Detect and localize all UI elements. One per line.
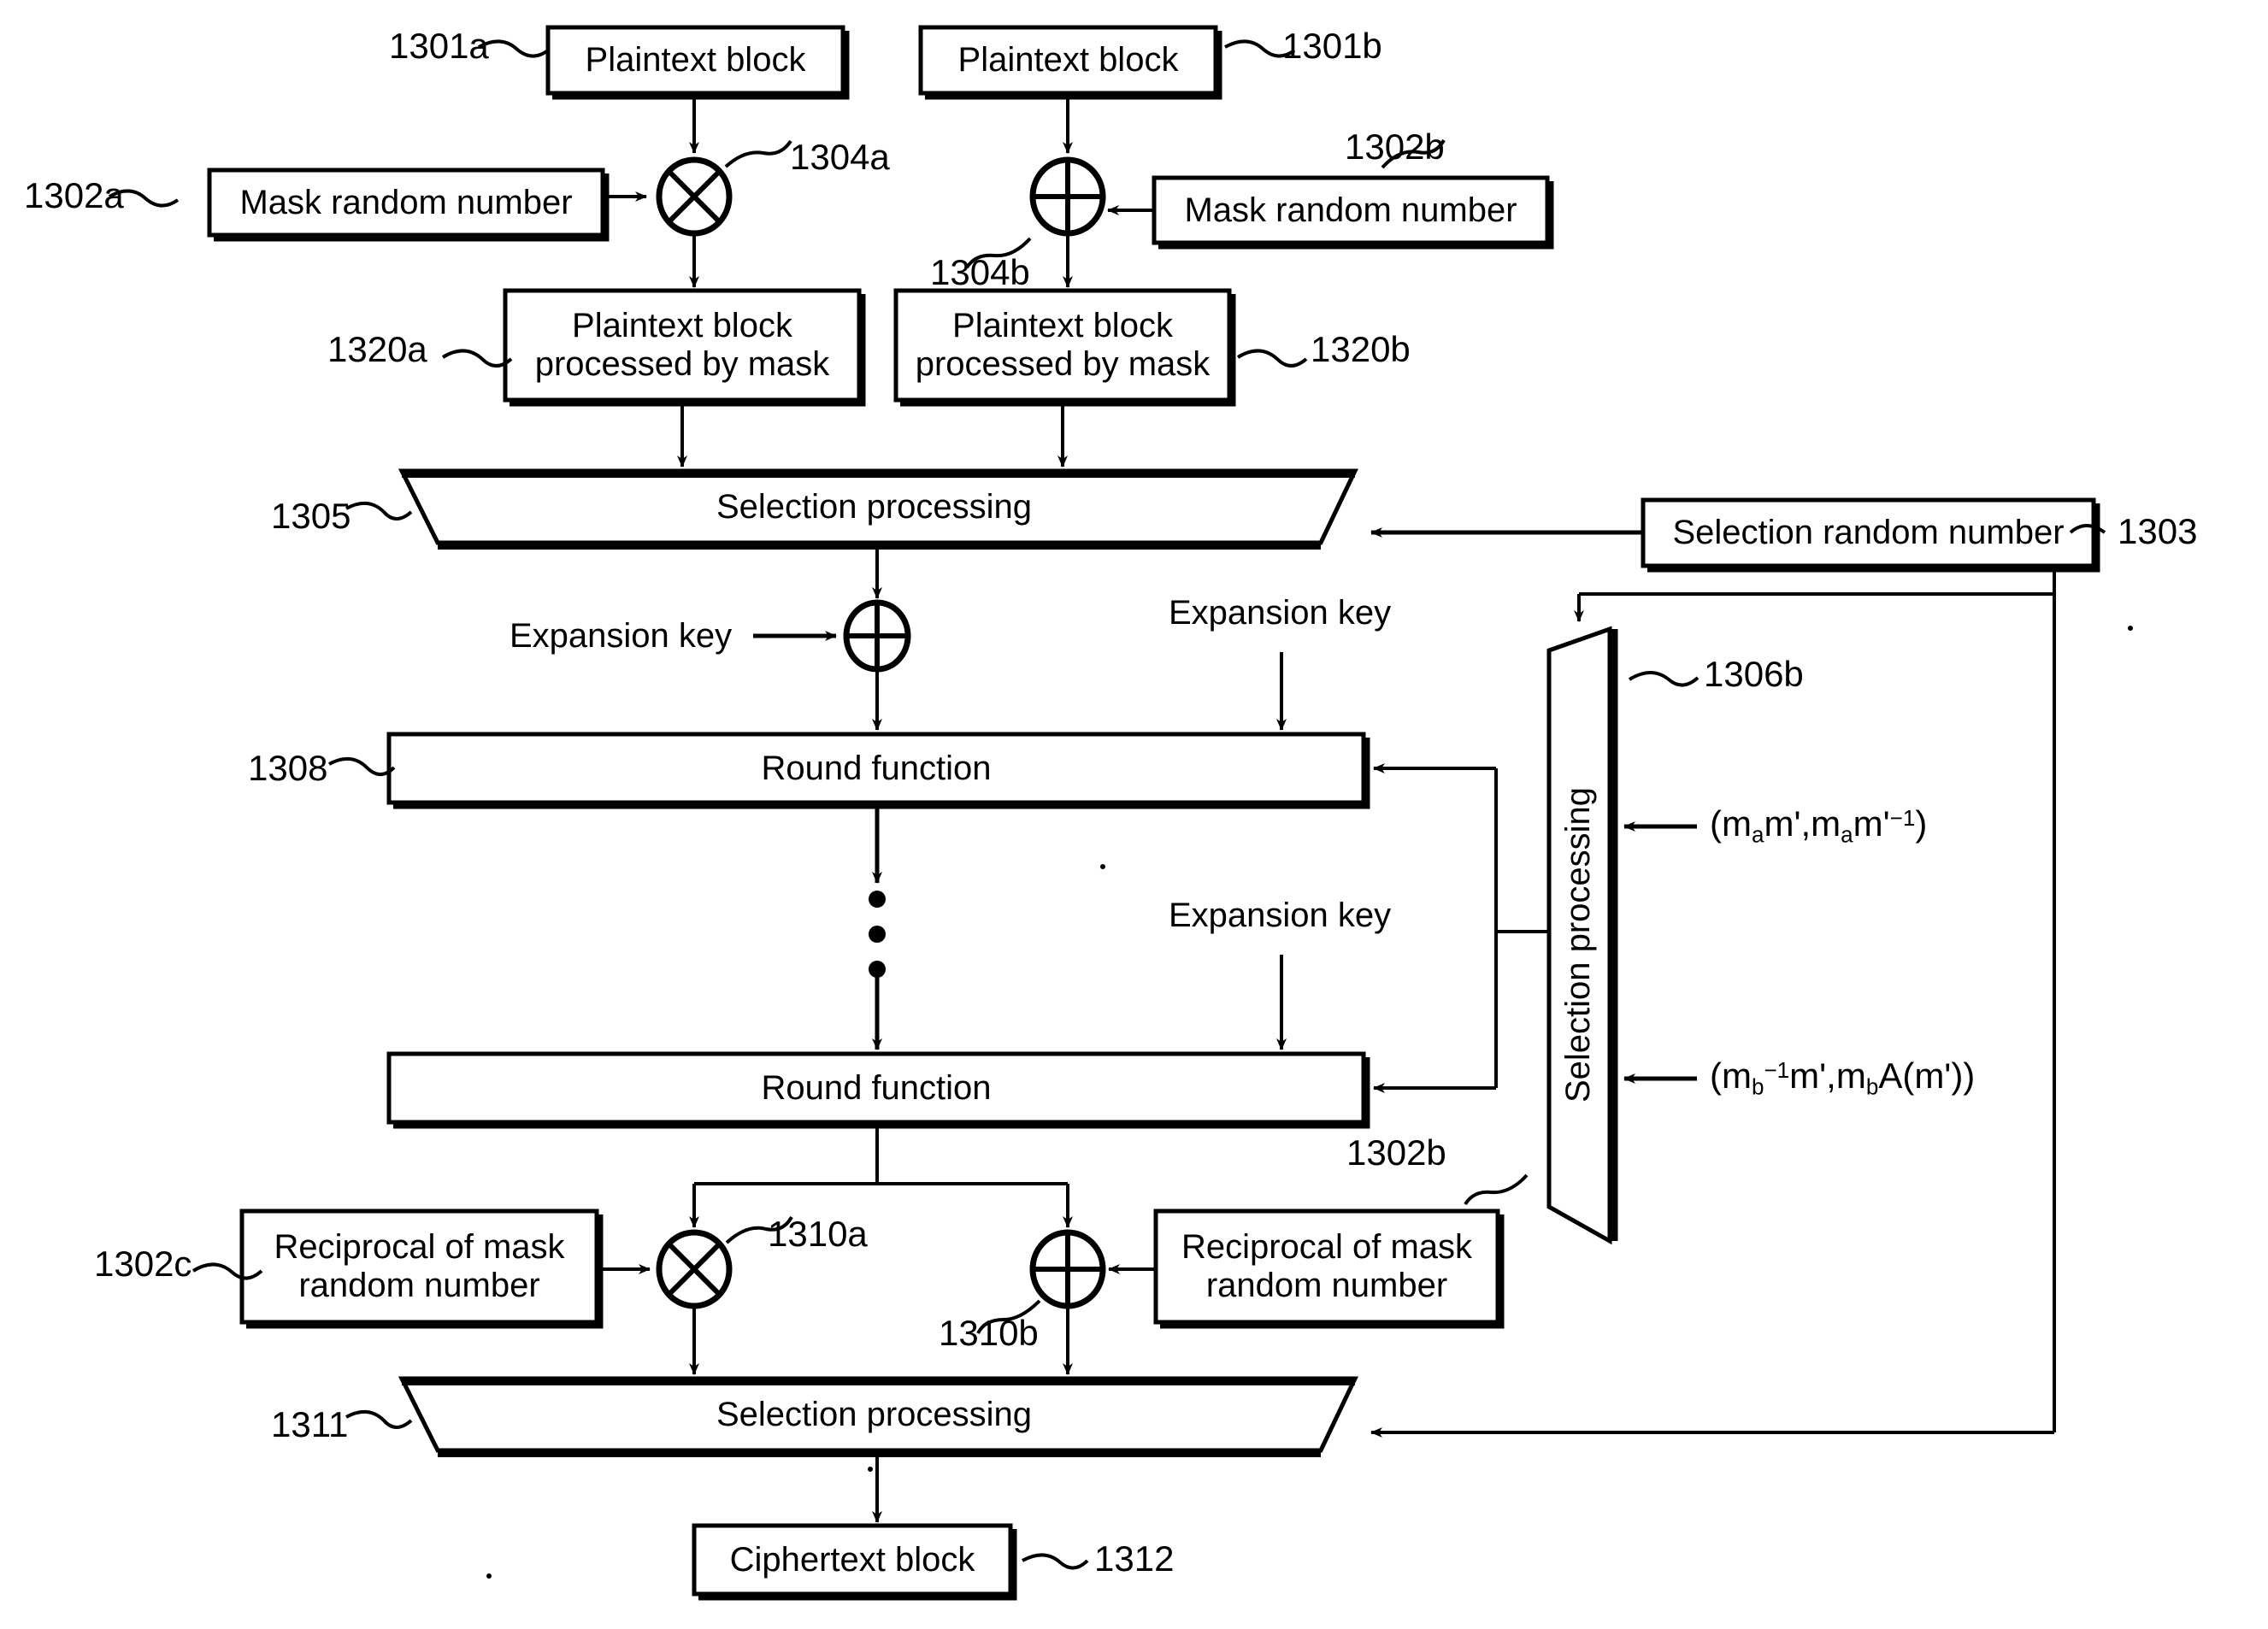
ref-1311: 1311: [271, 1404, 349, 1444]
reciprocal-mask-c-line2: random number: [298, 1267, 540, 1304]
masked-plaintext-b-line1: Plaintext block: [952, 307, 1173, 345]
ref-1305: 1305: [271, 496, 351, 536]
ref-1306b: 1306b: [1704, 654, 1804, 694]
mask-random-number-a-label: Mask random number: [239, 183, 573, 221]
round-function-2-label: Round function: [761, 1068, 992, 1107]
ref-1303: 1303: [2118, 511, 2198, 551]
reciprocal-mask-b-line2: random number: [1205, 1267, 1448, 1304]
ref-1320b: 1320b: [1311, 329, 1411, 369]
expansion-key-label-2: Expansion key: [1169, 594, 1392, 632]
masked-plaintext-a-line2: processed by mask: [534, 345, 830, 383]
ref-1304a: 1304a: [790, 137, 890, 177]
reciprocal-mask-b-line1: Reciprocal of mask: [1181, 1228, 1473, 1267]
selection-processing-side-label: Selection processing: [1559, 786, 1598, 1103]
plaintext-block-b-label: Plaintext block: [957, 41, 1179, 79]
selection-random-number-label: Selection random number: [1672, 514, 2065, 551]
selection-processing-side: Selection processing: [1472, 786, 1686, 1102]
formula-a: (mam',mam'−1): [1710, 803, 1928, 848]
selection-processing-bottom-label: Selection processing: [716, 1395, 1033, 1433]
formula-b: (mb−1m',mbA(m')): [1710, 1056, 1976, 1100]
reciprocal-mask-c-line1: Reciprocal of mask: [274, 1228, 565, 1267]
expansion-key-label-1: Expansion key: [510, 617, 733, 655]
plaintext-block-a-label: Plaintext block: [585, 41, 806, 79]
selection-processing-top-label: Selection processing: [716, 487, 1033, 526]
ref-1304b: 1304b: [930, 252, 1030, 292]
reciprocal-mask-c: Reciprocal of mask random number: [242, 1211, 597, 1322]
ref-1301a: 1301a: [389, 26, 489, 66]
ref-1310a: 1310a: [768, 1214, 868, 1254]
ref-1320a: 1320a: [327, 329, 427, 369]
masked-plaintext-a-line1: Plaintext block: [572, 307, 792, 345]
mask-random-number-b-label: Mask random number: [1184, 191, 1517, 229]
ref-1310b: 1310b: [939, 1313, 1039, 1353]
patent-figure: Plaintext block 1301a Plaintext block 13…: [0, 0, 2268, 1629]
ref-1302b-bottom: 1302b: [1346, 1132, 1446, 1173]
round-function-1-label: Round function: [761, 749, 992, 787]
masked-plaintext-b-line2: processed by mask: [915, 345, 1211, 383]
ref-1302a: 1302a: [24, 175, 124, 215]
ref-1302b-top: 1302b: [1345, 126, 1445, 167]
masked-plaintext-a: Plaintext block processed by mask: [505, 291, 859, 400]
masked-plaintext-b: Plaintext block processed by mask: [896, 291, 1229, 400]
reciprocal-mask-b: Reciprocal of mask random number: [1156, 1211, 1498, 1322]
ref-1302c: 1302c: [94, 1244, 192, 1284]
expansion-key-label-3: Expansion key: [1169, 897, 1392, 934]
ref-1301b: 1301b: [1282, 26, 1382, 66]
ref-1308: 1308: [248, 748, 328, 788]
ciphertext-block-label: Ciphertext block: [729, 1540, 975, 1579]
ref-1312: 1312: [1094, 1538, 1175, 1579]
